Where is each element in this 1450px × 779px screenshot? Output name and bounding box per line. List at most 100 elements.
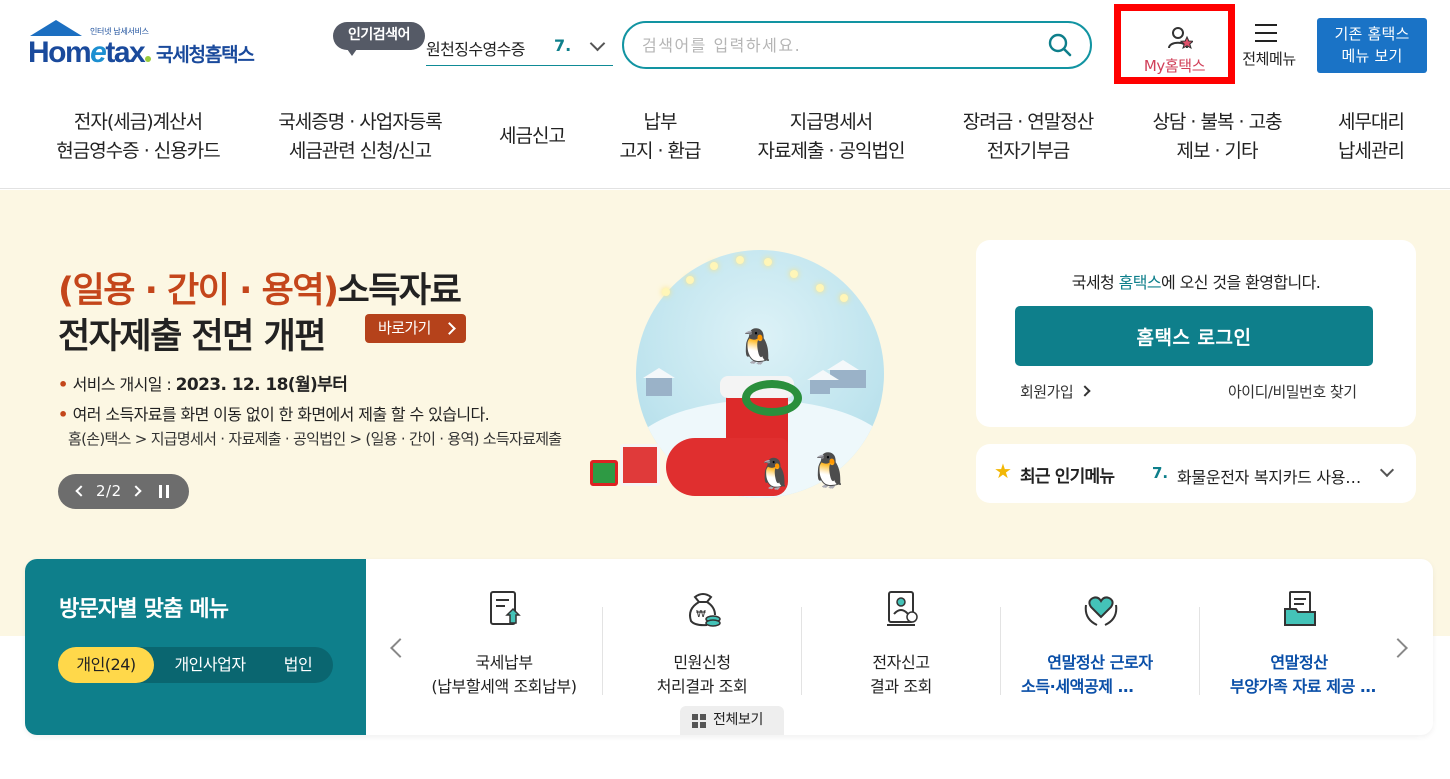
banner-page-indicator: 2/2 (96, 482, 122, 500)
all-menu-label: 전체메뉴 (1242, 50, 1296, 68)
visitor-item-line2: (납부할세액 조회납부) (431, 677, 577, 696)
gnb-item-line2: 세금관련 신청/신고 (288, 140, 432, 162)
banner-service-date: • 서비스 개시일 : 2023. 12. 18(월)부터 (58, 375, 348, 395)
logo-roof-icon (30, 20, 82, 36)
banner-slider-control: 2/2 (58, 474, 189, 509)
folder-document-icon (1284, 591, 1316, 626)
visitor-item-line1: 연말정산 (1270, 653, 1328, 672)
login-button[interactable]: 홈택스 로그인 (1015, 306, 1373, 366)
search-icon[interactable] (1048, 33, 1072, 57)
gift-box-icon (620, 444, 660, 486)
all-menu-button[interactable]: 전체메뉴 (1234, 22, 1304, 72)
tax-document-icon (490, 591, 521, 625)
recent-popular-rank: 7. (1152, 464, 1169, 482)
gnb-item-line2: 전자기부금 (986, 140, 1070, 162)
gnb-item-certificates[interactable]: 국세증명 · 사업자등록 세금관련 신청/신고 (268, 108, 452, 166)
visitor-item-tax-payment[interactable]: 국세납부 (납부할세액 조회납부) (405, 589, 603, 699)
e-filing-result-icon (887, 591, 918, 626)
tab-individual[interactable]: 개인(24) (58, 647, 154, 683)
gnb-item-line1: 상담 · 불복 · 고충 (1152, 111, 1282, 133)
tab-corporation[interactable]: 법인 (270, 647, 326, 683)
ribbon-decoration (742, 380, 802, 416)
visitor-tabs: 개인(24) 개인사업자 법인 (58, 647, 333, 683)
search-input[interactable] (642, 33, 1032, 57)
gnb-item-line2: 납세관리 (1338, 140, 1405, 162)
heart-hands-icon (1084, 596, 1118, 626)
penguin-icon: 🐧 (756, 457, 794, 492)
gnb-item-line1: 세무대리 (1338, 111, 1405, 133)
visitor-item-line1: 연말정산 근로자 (1047, 653, 1153, 672)
svg-text:₩: ₩ (696, 609, 706, 620)
visitor-item-line2: 결과 조회 (870, 677, 932, 696)
pause-icon[interactable] (159, 485, 169, 498)
gnb-item-line1: 지급명세서 (789, 111, 873, 133)
chevron-left-icon[interactable] (75, 485, 87, 497)
gnb-item-line2: 현금영수증 · 신용카드 (56, 140, 220, 162)
find-id-password-link[interactable]: 아이디/비밀번호 찾기 (1228, 381, 1357, 402)
popular-search-rank: 7. (554, 36, 572, 55)
old-hometax-menu-button[interactable]: 기존 홈택스 메뉴 보기 (1317, 18, 1427, 73)
join-link[interactable]: 회원가입 (1020, 381, 1089, 402)
hamburger-icon (1255, 24, 1277, 42)
hometax-logo[interactable]: 인터넷 납세서비스 Hometax 국세청홈택스 (28, 20, 263, 76)
my-hometax-button[interactable]: My홈택스 (1114, 4, 1235, 84)
gnb-item-line2: 고지 · 환급 (619, 140, 701, 162)
visitor-custom-menu: 방문자별 맞춤 메뉴 개인(24) 개인사업자 법인 국세납부 (납부할세액 조… (25, 559, 1433, 735)
visitor-item-dependent-data[interactable]: 연말정산 부양가족 자료 제공 동의 (1200, 589, 1398, 699)
popular-search-badge: 인기검색어 (333, 22, 425, 56)
main-navigation: 전자(세금)계산서 현금영수증 · 신용카드 국세증명 · 사업자등록 세금관련… (0, 92, 1450, 189)
tab-sole-proprietor[interactable]: 개인사업자 (162, 647, 258, 683)
old-hometax-line1: 기존 홈택스 (1334, 25, 1410, 43)
old-hometax-line2: 메뉴 보기 (1341, 47, 1403, 65)
popular-search-ticker[interactable]: 원천징수영수증 7. (426, 30, 613, 66)
gnb-item-line1: 전자(세금)계산서 (73, 111, 203, 133)
gnb-item-line1: 납부 (643, 111, 678, 133)
banner-title-line1[interactable]: (일용 · 간이 · 용역)소득자료 (58, 262, 462, 313)
gnb-item-payment[interactable]: 납부 고지 · 환급 (610, 108, 710, 166)
gnb-item-incentives[interactable]: 장려금 · 연말정산 전자기부금 (950, 108, 1106, 166)
visitor-menu-header: 방문자별 맞춤 메뉴 개인(24) 개인사업자 법인 (25, 559, 366, 735)
chevron-right-icon[interactable] (130, 485, 142, 497)
gnb-item-line1: 국세증명 · 사업자등록 (278, 111, 442, 133)
banner-go-button[interactable]: 바로가기 (365, 314, 466, 343)
my-hometax-label: My홈택스 (1143, 57, 1206, 75)
gnb-item-payment-statements[interactable]: 지급명세서 자료제출 · 공익법인 (748, 108, 914, 166)
banner-description: • 여러 소득자료를 화면 이동 없이 한 화면에서 제출 할 수 있습니다. (58, 405, 490, 424)
visitor-item-line2: 부양가족 자료 제공 동의 (1230, 677, 1386, 696)
user-star-icon (1168, 27, 1193, 50)
banner-title-line2[interactable]: 전자제출 전면 개편 (58, 308, 326, 359)
chevron-down-icon[interactable] (1379, 462, 1395, 478)
gnb-item-e-invoice[interactable]: 전자(세금)계산서 현금영수증 · 신용카드 (48, 108, 228, 166)
visitor-item-line1: 전자신고 (872, 653, 930, 672)
chevron-down-icon[interactable] (589, 35, 606, 52)
visitor-item-line1: 국세납부 (475, 653, 533, 672)
penguin-icon: 🐧 (736, 327, 779, 367)
logo-korean-name: 국세청홈택스 (156, 44, 255, 66)
gnb-item-line1: 세금신고 (499, 125, 566, 147)
recent-popular-menu[interactable]: ★ 최근 인기메뉴 7. 화물운전자 복지카드 사용내역 (976, 444, 1416, 503)
money-bag-icon: ₩ (689, 593, 721, 627)
visitor-item-e-filing-result[interactable]: 전자신고 결과 조회 (802, 589, 1000, 699)
welcome-message: 국세청 홈택스에 오신 것을 환영합니다. (1071, 273, 1321, 292)
recent-popular-term[interactable]: 화물운전자 복지카드 사용내역 (1177, 464, 1362, 488)
view-all-label: 전체보기 (713, 712, 763, 728)
gift-box-icon (590, 460, 618, 486)
gnb-item-line2: 제보 · 기타 (1176, 140, 1258, 162)
gnb-item-consultation[interactable]: 상담 · 불복 · 고충 제보 · 기타 (1140, 108, 1294, 166)
view-all-button[interactable]: 전체보기 (680, 706, 784, 735)
popular-search-term[interactable]: 원천징수영수증 (426, 36, 544, 60)
visitor-menu-title: 방문자별 맞춤 메뉴 (59, 597, 229, 622)
visitor-item-year-end-worker[interactable]: 연말정산 근로자 소득·세액공제 자료 조회 (1001, 589, 1199, 699)
grid-icon (692, 714, 706, 728)
gnb-item-tax-filing[interactable]: 세금신고 (490, 122, 574, 151)
login-card: 국세청 홈택스에 오신 것을 환영합니다. 홈택스 로그인 회원가입 아이디/비… (976, 240, 1416, 427)
string-lights-decoration (660, 256, 860, 306)
banner-menu-path: 홈(손)택스 > 지급명세서 · 자료제출 · 공익법인 > (일용 · 간이 … (68, 430, 562, 448)
star-icon: ★ (994, 459, 1012, 483)
gnb-item-tax-agent[interactable]: 세무대리 납세관리 (1326, 108, 1416, 166)
header: 인터넷 납세서비스 Hometax 국세청홈택스 인기검색어 원천징수영수증 7… (0, 0, 1450, 92)
visitor-item-line2: 소득·세액공제 자료 조회 (1021, 677, 1141, 696)
logo-brand: Hometax (28, 36, 152, 70)
gnb-item-line2: 자료제출 · 공익법인 (757, 140, 906, 162)
visitor-item-civil-petition[interactable]: ₩ 민원신청 처리결과 조회 (603, 589, 801, 699)
